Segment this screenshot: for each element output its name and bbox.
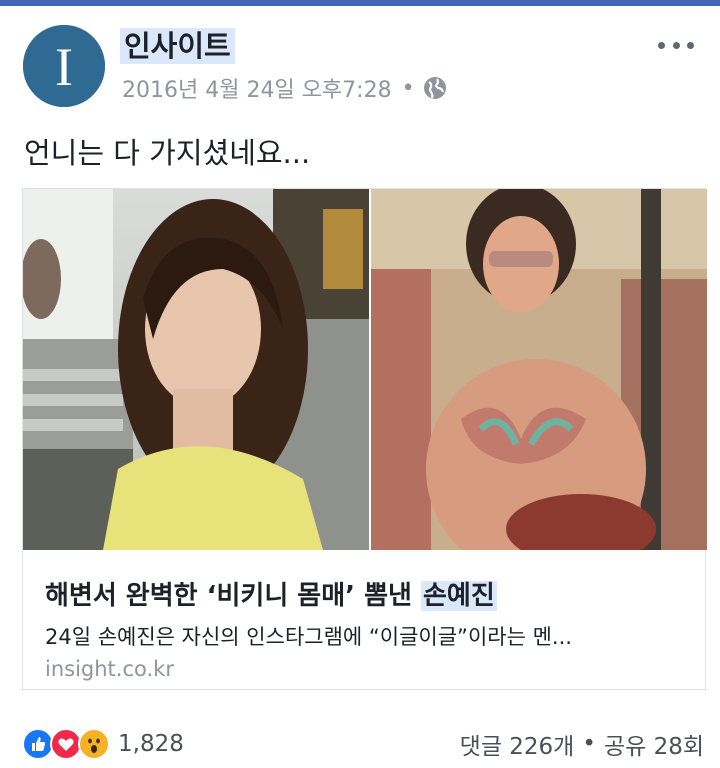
globe-icon[interactable] [423,76,447,100]
link-title[interactable]: 해변서 완벽한 ‘비키니 몸매’ 뽐낸 손예진 [45,578,497,614]
wow-icon [78,728,110,760]
link-description: 24일 손예진은 자신의 인스타그램에 “이글이글”이라는 멘... [45,625,572,649]
link-domain: insight.co.kr [45,657,174,681]
more-options-icon [658,42,665,49]
meta-separator: • [401,75,415,101]
link-text-area[interactable]: 해변서 완벽한 ‘비키니 몸매’ 뽐낸 손예진 24일 손예진은 자신의 인스타… [23,550,705,689]
more-options-icon [687,42,694,49]
link-image-left [23,189,369,550]
post-timestamp[interactable]: 2016년 4월 24일 오후7:28 [122,72,392,104]
reaction-count: 1,828 [118,731,184,757]
post-text: 언니는 다 가지셨네요... [24,136,311,170]
link-image-right [371,189,707,550]
more-options-icon [672,42,680,49]
top-bar [0,0,720,6]
avatar-letter: I [55,37,73,97]
shares-count[interactable]: 공유 28회 [604,727,704,761]
comments-count[interactable]: 댓글 226개 [460,727,575,761]
more-options-button[interactable] [658,42,694,52]
stats-separator: • [582,731,596,757]
page-name[interactable]: 인사이트 [120,28,235,64]
link-title-highlight: 손예진 [420,581,497,611]
post-meta: 2016년 4월 24일 오후7:28 • [122,73,447,103]
link-preview-card[interactable]: 해변서 완벽한 ‘비키니 몸매’ 뽐낸 손예진 24일 손예진은 자신의 인스타… [22,188,707,690]
insight-logo-icon: I [23,25,105,107]
link-title-main: 해변서 완벽한 ‘비키니 몸매’ 뽐낸 [45,581,412,611]
post-stats: 댓글 226개 • 공유 28회 [460,728,704,760]
page-avatar[interactable]: I [23,25,105,107]
reactions-summary[interactable]: 1,828 [22,728,184,760]
